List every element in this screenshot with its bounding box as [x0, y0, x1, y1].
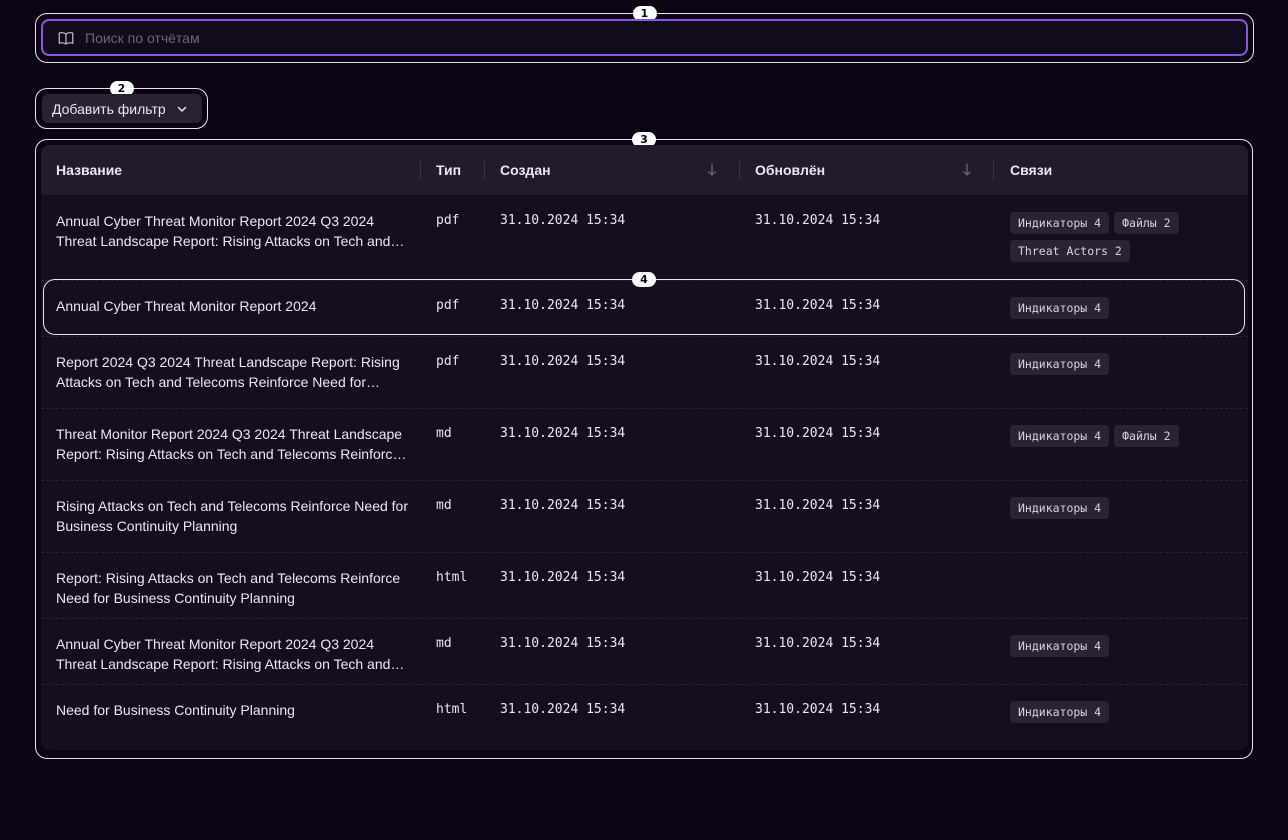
report-type: md [436, 636, 452, 651]
report-type: pdf [436, 213, 460, 228]
search-box[interactable] [41, 19, 1248, 56]
report-name: Annual Cyber Threat Monitor Report 2024 … [56, 636, 391, 672]
links-cell: Индикаторы 4 [1010, 701, 1240, 723]
links-cell: Индикаторы 4 Файлы 2 [1010, 425, 1240, 447]
report-type: html [436, 702, 468, 717]
column-header-created[interactable]: Создан [500, 145, 551, 195]
column-divider[interactable] [739, 161, 740, 180]
report-type: html [436, 570, 468, 585]
annotation-badge: 4 [632, 272, 656, 287]
annotation-frame-row: 4 [43, 272, 1245, 335]
updated-date: 31.10.2024 15:34 [755, 354, 881, 369]
report-name: Rising Attacks on Tech and Telecoms Rein… [56, 498, 408, 534]
arrow-down-icon[interactable] [707, 162, 717, 183]
report-name: Report: Rising Attacks on Tech and Telec… [56, 570, 401, 606]
book-icon [57, 29, 75, 47]
table-header: Название Тип Создан Обновлён Связи [41, 145, 1248, 195]
created-date: 31.10.2024 15:34 [500, 702, 626, 717]
link-chip[interactable]: Индикаторы 4 [1010, 635, 1110, 657]
created-date: 31.10.2024 15:34 [500, 213, 626, 228]
table-row[interactable]: Annual Cyber Threat Monitor Report 2024 … [41, 618, 1248, 684]
column-header-type[interactable]: Тип [436, 145, 461, 195]
report-name: Threat Monitor Report 2024 Q3 2024 Threa… [56, 426, 403, 462]
report-name: Need for Business Continuity Planning [56, 702, 295, 718]
links-cell: Индикаторы 4 [1010, 497, 1240, 519]
created-date: 31.10.2024 15:34 [500, 498, 626, 513]
links-cell: Индикаторы 4 Файлы 2 Threat Actors 2 [1010, 212, 1240, 262]
table-row[interactable]: Report: Rising Attacks on Tech and Telec… [41, 552, 1248, 618]
arrow-down-icon[interactable] [962, 162, 972, 183]
chevron-down-icon [176, 103, 188, 115]
updated-date: 31.10.2024 15:34 [755, 426, 881, 441]
reports-table: Название Тип Создан Обновлён Связи Annua… [41, 145, 1248, 750]
created-date: 31.10.2024 15:34 [500, 636, 626, 651]
link-chip[interactable]: Индикаторы 4 [1010, 497, 1110, 519]
link-chip[interactable]: Индикаторы 4 [1010, 425, 1110, 447]
table-row[interactable]: Annual Cyber Threat Monitor Report 2024 … [41, 196, 1248, 280]
add-filter-button[interactable]: Добавить фильтр [42, 94, 202, 123]
link-chip[interactable]: Файлы 2 [1114, 212, 1179, 234]
column-header-updated[interactable]: Обновлён [755, 145, 825, 195]
report-type: pdf [436, 354, 460, 369]
updated-date: 31.10.2024 15:34 [755, 570, 881, 585]
report-name: Report 2024 Q3 2024 Threat Landscape Rep… [56, 354, 400, 390]
column-header-name[interactable]: Название [56, 145, 122, 195]
updated-date: 31.10.2024 15:34 [755, 498, 881, 513]
link-chip[interactable]: Индикаторы 4 [1010, 701, 1110, 723]
updated-date: 31.10.2024 15:34 [755, 636, 881, 651]
created-date: 31.10.2024 15:34 [500, 570, 626, 585]
links-cell: Индикаторы 4 [1010, 353, 1240, 375]
link-chip[interactable]: Индикаторы 4 [1010, 353, 1110, 375]
updated-date: 31.10.2024 15:34 [755, 702, 881, 717]
link-chip[interactable]: Файлы 2 [1114, 425, 1179, 447]
column-divider[interactable] [993, 161, 994, 180]
table-row[interactable]: Need for Business Continuity Planning htm… [41, 684, 1248, 746]
column-divider[interactable] [484, 161, 485, 180]
report-type: md [436, 498, 452, 513]
link-chip[interactable]: Индикаторы 4 [1010, 212, 1110, 234]
search-input[interactable] [83, 28, 1246, 47]
created-date: 31.10.2024 15:34 [500, 354, 626, 369]
table-row[interactable]: Rising Attacks on Tech and Telecoms Rein… [41, 480, 1248, 552]
links-cell: Индикаторы 4 [1010, 635, 1240, 657]
updated-date: 31.10.2024 15:34 [755, 213, 881, 228]
table-row[interactable]: Report 2024 Q3 2024 Threat Landscape Rep… [41, 336, 1248, 408]
column-header-links[interactable]: Связи [1010, 145, 1052, 195]
report-type: md [436, 426, 452, 441]
add-filter-label: Добавить фильтр [52, 100, 166, 117]
created-date: 31.10.2024 15:34 [500, 426, 626, 441]
report-name: Annual Cyber Threat Monitor Report 2024 … [56, 213, 391, 249]
table-row[interactable]: Threat Monitor Report 2024 Q3 2024 Threa… [41, 408, 1248, 480]
column-divider[interactable] [420, 161, 421, 180]
link-chip[interactable]: Threat Actors 2 [1010, 240, 1130, 262]
